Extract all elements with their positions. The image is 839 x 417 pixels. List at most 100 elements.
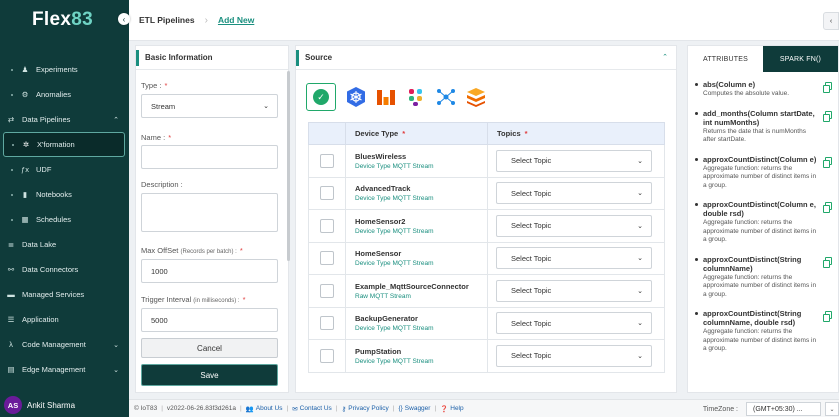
chevron-up-icon[interactable]: ⌃: [662, 53, 668, 61]
row-checkbox[interactable]: [320, 186, 334, 201]
sidebar-item-label: Application: [22, 315, 59, 324]
footer-swagger-link[interactable]: Swagger: [405, 405, 431, 412]
sidebar-item-anomalies[interactable]: ⚙ Anomalies: [0, 82, 129, 107]
device-cell: BackupGenerator Device Type MQTT Stream: [345, 307, 487, 339]
topic-select[interactable]: Select Topic ⌄: [496, 214, 652, 237]
sidebar-item-application[interactable]: ☰ Application: [0, 307, 129, 332]
function-description: Aggregate function: returns the approxim…: [703, 328, 817, 352]
source-slack[interactable]: [403, 84, 429, 110]
copy-icon[interactable]: [823, 156, 832, 168]
source-aws-s3[interactable]: [373, 84, 399, 110]
copy-icon[interactable]: [823, 110, 832, 122]
tab-spark-fn[interactable]: SPARK FN(): [763, 46, 838, 72]
footer-help-link[interactable]: Help: [450, 405, 463, 412]
sidebar-item-schedules[interactable]: ▦ Schedules: [0, 207, 129, 232]
copy-icon[interactable]: [823, 82, 832, 93]
footer-separator: |: [392, 405, 395, 412]
max-offset-input[interactable]: 1000: [141, 259, 278, 283]
sidebar-item-data-connectors[interactable]: ⚯ Data Connectors: [0, 257, 129, 282]
app-logo[interactable]: Flex 83: [0, 0, 129, 40]
device-stream-type: Device Type MQTT Stream: [355, 260, 434, 268]
trigger-interval-value: 5000: [151, 315, 168, 325]
topic-select[interactable]: Select Topic ⌄: [496, 344, 652, 367]
row-checkbox[interactable]: [320, 153, 334, 168]
sidebar-item-label: Data Pipelines: [22, 115, 71, 124]
source-kubernetes[interactable]: [343, 84, 369, 110]
device-name: Example_MqttSourceConnector: [355, 281, 469, 291]
logo-number: 83: [71, 9, 93, 30]
sidebar-item-code-management[interactable]: λ Code Management ⌄: [0, 332, 129, 357]
copy-icon[interactable]: [823, 256, 832, 268]
description-textarea[interactable]: [141, 193, 278, 232]
copy-icon[interactable]: [823, 311, 832, 322]
trigger-interval-input[interactable]: 5000: [141, 308, 278, 332]
name-label: Name : *: [141, 133, 171, 142]
sidebar-item-xformation[interactable]: ✲ X'formation: [3, 132, 125, 157]
flask-icon: ♟: [21, 65, 29, 74]
expand-panel-button[interactable]: ‹: [823, 12, 839, 30]
logo-text: Flex: [32, 9, 72, 30]
row-checkbox[interactable]: [320, 316, 334, 331]
source-layers[interactable]: [463, 84, 489, 110]
panel-title: Basic Information: [136, 46, 288, 70]
topic-select-value: Select Topic: [511, 221, 552, 231]
trigger-interval-hint: (in milliseconds) :: [193, 298, 240, 304]
services-icon: ▬: [7, 290, 15, 299]
anomaly-icon: ⚙: [21, 90, 29, 99]
scrollbar[interactable]: [287, 71, 290, 261]
max-offset-label: Max OffSet (Records per batch) : *: [141, 246, 243, 255]
topic-select[interactable]: Select Topic ⌄: [496, 279, 652, 302]
sidebar-item-notebooks[interactable]: ▮ Notebooks: [0, 182, 129, 207]
source-network[interactable]: [433, 84, 459, 110]
braces-icon: {}: [398, 405, 403, 412]
footer-privacy-link[interactable]: Privacy Policy: [348, 405, 388, 412]
tab-attributes[interactable]: ATTRIBUTES: [688, 46, 763, 72]
row-checkbox[interactable]: [320, 218, 334, 233]
topic-select[interactable]: Select Topic ⌄: [496, 149, 652, 172]
chevron-down-icon: ⌄: [113, 341, 119, 349]
copy-icon[interactable]: [823, 202, 832, 213]
sidebar-item-edge-management[interactable]: ▤ Edge Management ⌄: [0, 357, 129, 382]
sidebar-item-experiments[interactable]: ♟ Experiments: [0, 57, 129, 82]
device-name: BluesWireless: [355, 151, 407, 161]
timezone-select[interactable]: (GMT+05:30) ...: [746, 402, 821, 416]
device-stream-type: Raw MQTT Stream: [355, 292, 411, 300]
source-mqtt-selected[interactable]: ✓: [306, 83, 336, 111]
function-name: approxCountDistinct(Column e): [703, 154, 817, 164]
topic-select[interactable]: Select Topic ⌄: [496, 182, 652, 205]
breadcrumb-add-new[interactable]: Add New: [218, 15, 254, 25]
save-button[interactable]: Save: [141, 364, 278, 386]
type-select[interactable]: Stream ⌄: [141, 94, 278, 118]
row-checkbox[interactable]: [320, 348, 334, 363]
sidebar-item-managed-services[interactable]: ▬ Managed Services: [0, 282, 129, 307]
row-checkbox[interactable]: [320, 251, 334, 266]
row-checkbox-cell: [309, 178, 345, 210]
topic-select[interactable]: Select Topic ⌄: [496, 247, 652, 270]
connector-icon: ⚯: [7, 265, 15, 274]
device-stream-type: Device Type MQTT Stream: [355, 357, 434, 365]
panel-title: Source: [296, 46, 676, 70]
attribute-tabs: ATTRIBUTES SPARK FN(): [688, 46, 838, 72]
device-name: AdvancedTrack: [355, 184, 411, 194]
sidebar-item-udf[interactable]: ƒx UDF: [0, 157, 129, 182]
sidebar-item-data-lake[interactable]: ≣ Data Lake: [0, 232, 129, 257]
collapse-sidebar-button[interactable]: ‹: [118, 13, 130, 25]
breadcrumb-etl-pipelines[interactable]: ETL Pipelines: [139, 15, 195, 25]
header-bar: ETL Pipelines › Add New ‹: [129, 0, 839, 41]
sidebar-item-data-pipelines[interactable]: ⇄ Data Pipelines ⌃: [0, 107, 129, 132]
topic-select[interactable]: Select Topic ⌄: [496, 312, 652, 335]
kubernetes-icon: [347, 87, 365, 107]
chevron-down-icon: ⌄: [637, 287, 643, 295]
footer: © IoT83 | v2022-06-26.83f3d261a | 👥 About U…: [129, 399, 839, 417]
footer-about-link[interactable]: About Us: [256, 405, 283, 412]
device-name: BackupGenerator: [355, 314, 418, 324]
row-checkbox[interactable]: [320, 283, 334, 298]
chevron-down-icon[interactable]: ⌄: [825, 402, 839, 416]
source-type-icons: ✓: [306, 82, 493, 112]
topic-select-value: Select Topic: [511, 318, 552, 328]
footer-contact-link[interactable]: Contact Us: [300, 405, 332, 412]
name-input[interactable]: [141, 145, 278, 169]
user-profile[interactable]: AS Ankit Sharma: [0, 393, 129, 417]
cancel-button[interactable]: Cancel: [141, 338, 278, 358]
sidebar-item-label: Data Connectors: [22, 265, 79, 274]
